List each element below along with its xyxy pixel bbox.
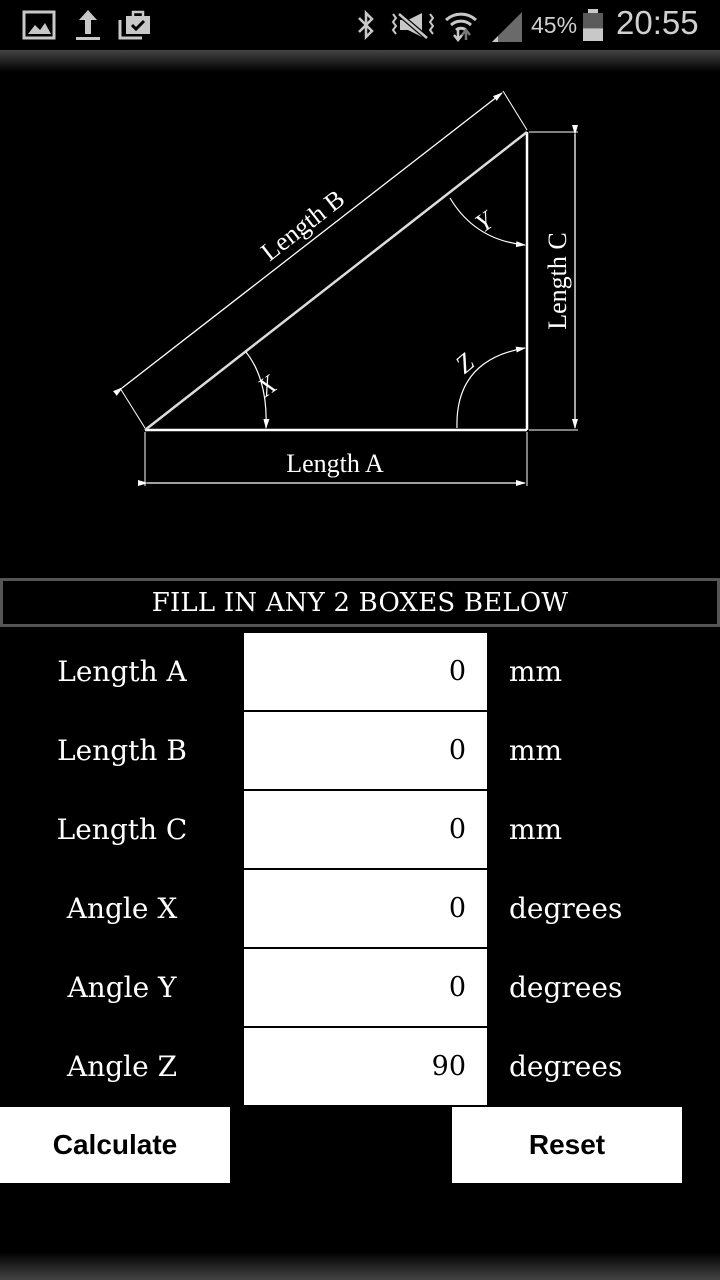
label-length-b: Length B [255,184,350,267]
calculate-button[interactable]: Calculate [0,1107,230,1183]
angle-y-input[interactable] [244,949,487,1026]
clock: 20:55 [616,4,699,41]
upload-icon [75,8,101,46]
angle-x-input[interactable] [244,870,487,947]
battery-level [583,28,603,41]
battery-icon [582,8,604,46]
length-b-input[interactable] [244,712,487,789]
battery-percent: 45% [531,12,578,38]
field-label: Length C [56,813,188,846]
label-angle-x: X [251,369,282,403]
instruction-text: FILL IN ANY 2 BOXES BELOW [151,587,569,618]
bluetooth-icon [355,9,377,44]
label-length-a: Length A [286,449,384,478]
angle-z-input[interactable] [244,1028,487,1105]
field-row-angle-x: Angle X degrees [0,870,720,947]
instruction-header: FILL IN ANY 2 BOXES BELOW [0,578,720,627]
field-label: Length A [57,655,187,688]
field-label: Angle X [66,892,178,925]
field-row-angle-z: Angle Z degrees [0,1028,720,1105]
reset-button[interactable]: Reset [452,1107,682,1183]
dim-b-extension-top [502,90,528,131]
action-bar [0,50,720,72]
label-angle-y: Y [470,205,501,239]
field-unit: degrees [509,892,623,925]
field-label: Angle Y [67,971,177,1004]
field-row-length-a: Length A mm [0,633,720,710]
field-unit: mm [509,655,563,688]
field-label: Length B [57,734,187,767]
field-unit: degrees [509,1050,623,1083]
signal-icon [488,10,524,48]
field-label: Angle Z [66,1050,178,1083]
wifi-icon [444,8,478,46]
label-angle-z: Z [450,347,480,379]
bottom-edge-shadow [0,1252,720,1280]
field-row-length-c: Length C mm [0,791,720,868]
field-unit: mm [509,734,563,767]
length-c-input[interactable] [244,791,487,868]
field-unit: degrees [509,971,623,1004]
gallery-icon [22,10,56,44]
length-a-input[interactable] [244,633,487,710]
side-b-line [144,131,528,431]
mute-vibrate-icon [390,10,436,44]
status-bar: 45% 20:55 [0,0,720,50]
shopping-bag-check-icon [118,8,152,44]
field-row-length-b: Length B mm [0,712,720,789]
dim-b-arrow [113,92,503,396]
label-length-c: Length C [543,232,572,330]
dim-b-extension-bottom [119,387,146,429]
field-row-angle-y: Angle Y degrees [0,949,720,1026]
field-unit: mm [509,813,563,846]
triangle-diagram: Length A Length C Length B X Y Z [113,90,578,486]
